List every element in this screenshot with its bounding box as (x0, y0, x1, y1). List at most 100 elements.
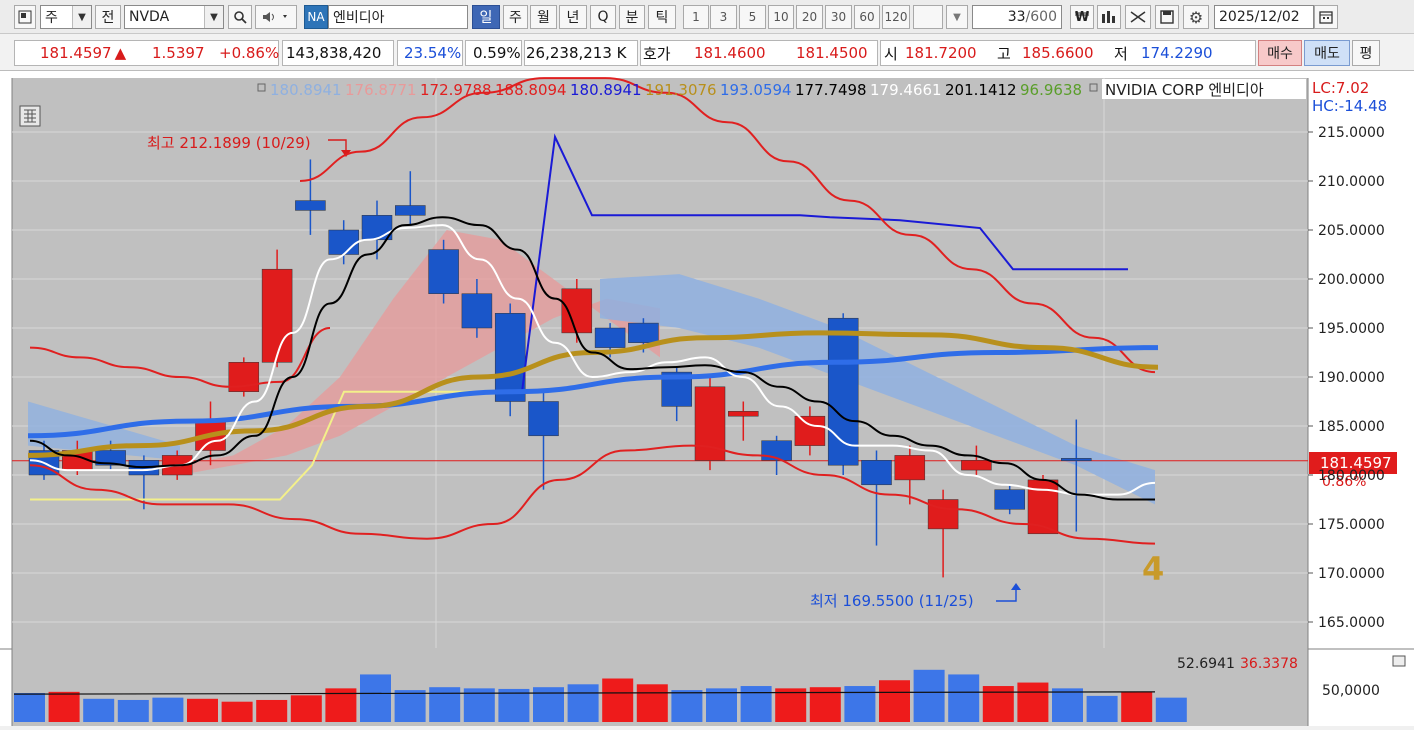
interval-tab-3[interactable]: 3 (710, 5, 737, 29)
ytick-label-7: 180.0000 (1318, 468, 1385, 484)
toolbar: 주 ▼ 전 NVDA ▼ NA 엔비디아 ▼ 33 /600 ₩ ⚙ 2025/… (0, 0, 1414, 34)
volume-bar-25 (879, 680, 910, 722)
volume-bar-22 (775, 688, 807, 722)
interval-tab-1[interactable]: 1 (683, 5, 709, 29)
legend-value-7: 177.7498 (795, 81, 867, 99)
volume-bar-28 (982, 686, 1014, 722)
buy-label: 매수 (1267, 46, 1293, 62)
candle-body-15 (528, 401, 559, 437)
volume-bar-16 (567, 684, 599, 722)
volume-bar-19 (671, 690, 703, 722)
candle-body-11 (395, 205, 426, 216)
avg-button[interactable]: 평 (1352, 40, 1380, 66)
interval-tab-10[interactable]: 10 (768, 5, 794, 29)
current-price: 181.4597 ▲ (40, 41, 126, 65)
grid-icon[interactable] (19, 105, 41, 127)
volume-bar-3 (117, 699, 149, 722)
candle-body-8 (295, 200, 326, 211)
volume-bar-8 (290, 695, 322, 722)
quote-bar: 181.4597 ▲ 1.5397 +0.86% 143,838,420 23.5… (0, 34, 1414, 71)
interval-tab-120[interactable]: 120 (882, 5, 910, 29)
candle-body-17 (594, 327, 626, 348)
bid-value: 181.4500 (796, 44, 868, 62)
gear-icon[interactable]: ⚙ (1183, 5, 1209, 29)
period-tab-5[interactable]: 분 (619, 5, 645, 29)
ytick-label-8: 175.0000 (1318, 517, 1385, 533)
period-tab-4[interactable]: Q (590, 5, 616, 29)
candle-body-23 (794, 415, 826, 446)
candle-body-27 (927, 499, 959, 530)
volume-bar-17 (602, 678, 634, 722)
volume-bar-7 (256, 699, 288, 722)
open-value: 181.7200 (905, 44, 977, 62)
volume-bar-4 (152, 697, 184, 722)
volume-bar-18 (636, 684, 668, 722)
symbol-input[interactable]: NVDA ▼ (124, 5, 224, 29)
volume-bar-31 (1086, 695, 1118, 722)
won-icon[interactable]: ₩ (1070, 5, 1094, 29)
price-chart[interactable]: NVIDIA CORP 엔비디아 LC:7.02 HC:-14.48 최고 21… (0, 71, 1414, 726)
volume-bar-20 (706, 688, 737, 722)
ytick-label-1: 210.0000 (1318, 174, 1385, 190)
period-tab-6[interactable]: 틱 (648, 5, 676, 29)
bars-icon[interactable] (1097, 5, 1121, 29)
low-label: 저 (1114, 44, 1128, 63)
date-field[interactable]: 2025/12/02 (1214, 5, 1314, 29)
ytick-label-0: 215.0000 (1318, 125, 1385, 141)
date-value: 2025/12/02 (1219, 9, 1300, 25)
candle-body-7 (261, 268, 293, 363)
candle-body-29 (994, 489, 1025, 510)
chevron-down-icon[interactable]: ▼ (946, 5, 968, 29)
period-tab-2[interactable]: 월 (530, 5, 557, 29)
volume-bar-6 (221, 701, 253, 722)
volume-bar-5 (187, 698, 218, 722)
period-tab-0[interactable]: 일 (472, 5, 500, 29)
search-icon[interactable] (228, 5, 252, 29)
volume-bar-33 (1155, 697, 1187, 722)
amount-value: 26,238,213 K (526, 44, 627, 62)
high-value: 185.6600 (1022, 44, 1094, 62)
stock-name-field[interactable]: 엔비디아 (328, 5, 468, 29)
count-value: 33 (1007, 9, 1026, 25)
interval-tab-30[interactable]: 30 (825, 5, 852, 29)
candle-body-25 (861, 460, 892, 486)
volume-bar-11 (394, 690, 426, 722)
interval-tab-20[interactable]: 20 (796, 5, 823, 29)
crosshair-icon[interactable] (1125, 5, 1151, 29)
layout-icon[interactable] (14, 5, 36, 29)
change-pct: +0.86% (219, 44, 280, 62)
period-type-select[interactable]: 주 ▼ (40, 5, 92, 29)
legend-value-8: 179.4661 (870, 81, 942, 99)
exchange-badge-label: NA (307, 10, 325, 24)
candle-body-21 (728, 411, 759, 417)
prev-label: 전 (101, 10, 115, 26)
count-field[interactable]: 33 /600 (972, 5, 1062, 29)
stock-name-legend: NVIDIA CORP 엔비디아 (1105, 81, 1264, 99)
buy-button[interactable]: 매수 (1258, 40, 1302, 66)
interval-tab-5[interactable]: 5 (739, 5, 766, 29)
volume-bar-0 (14, 693, 45, 722)
prev-button[interactable]: 전 (95, 5, 121, 29)
change-value: 1.5397 (152, 44, 205, 62)
volume-bar-2 (83, 698, 115, 722)
volume-legend-v2: 36.3378 (1240, 656, 1298, 672)
volume-bar-10 (360, 674, 391, 722)
save-icon[interactable] (1155, 5, 1179, 29)
interval-tab-60[interactable]: 60 (854, 5, 880, 29)
interval-custom-field[interactable] (913, 5, 943, 29)
volume-bar-1 (48, 691, 80, 722)
volume-bar-26 (913, 669, 945, 722)
volume-panel-icon[interactable] (1392, 655, 1406, 667)
ytick-label-5: 190.0000 (1318, 370, 1385, 386)
period-tab-1[interactable]: 주 (503, 5, 528, 29)
legend-value-0: 180.8941 (270, 81, 342, 99)
low-value: 174.2290 (1141, 44, 1213, 62)
candle-body-13 (461, 293, 493, 329)
chevron-down-icon[interactable]: ▼ (72, 6, 91, 28)
sell-button[interactable]: 매도 (1304, 40, 1350, 66)
period-tab-3[interactable]: 년 (559, 5, 587, 29)
vol-ratio-value: 23.54% (404, 44, 462, 62)
speaker-icon[interactable] (255, 5, 297, 29)
calendar-icon[interactable] (1314, 5, 1338, 29)
chevron-down-icon[interactable]: ▼ (204, 6, 223, 28)
